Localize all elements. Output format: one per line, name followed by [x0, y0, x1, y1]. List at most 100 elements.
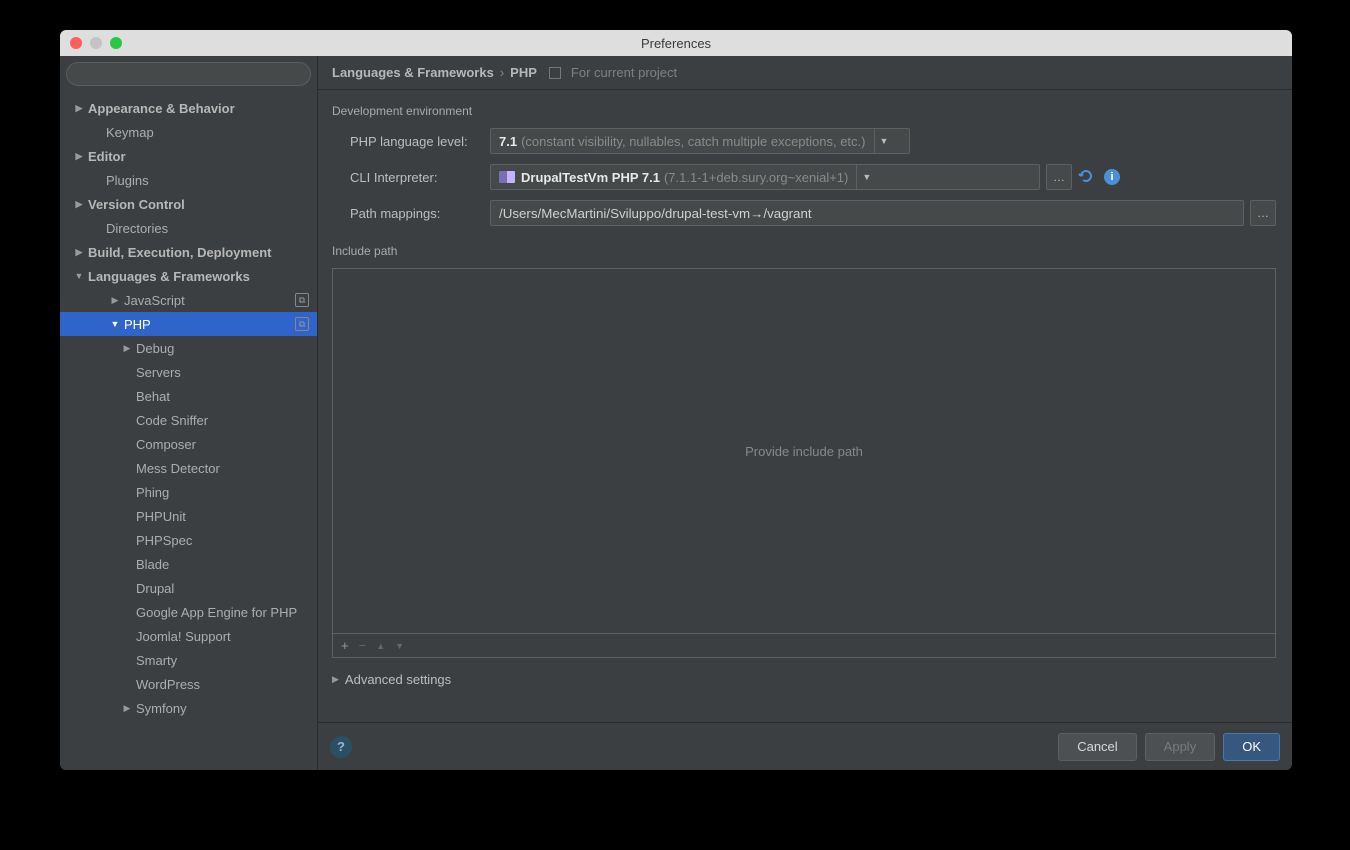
sidebar-item-label: JavaScript [124, 293, 295, 308]
add-button[interactable]: + [341, 638, 349, 653]
sidebar-item-label: Servers [136, 365, 317, 380]
sidebar-item-code-sniffer[interactable]: Code Sniffer [60, 408, 317, 432]
breadcrumb-leaf: PHP [510, 65, 537, 80]
sidebar-item-label: Mess Detector [136, 461, 317, 476]
sidebar-item-editor[interactable]: ▶Editor [60, 144, 317, 168]
sidebar-item-label: Drupal [136, 581, 317, 596]
project-scope-badge-icon: ⧉ [295, 293, 309, 307]
tree-arrow-icon: ▶ [120, 343, 134, 354]
ok-button[interactable]: OK [1223, 733, 1280, 761]
include-toolbar: + − ▲ ▼ [333, 633, 1275, 657]
search-input[interactable] [66, 62, 311, 86]
project-scope-badge-icon: ⧉ [295, 317, 309, 331]
sidebar-item-google-app-engine-for-php[interactable]: Google App Engine for PHP [60, 600, 317, 624]
sidebar-item-servers[interactable]: Servers [60, 360, 317, 384]
lang-level-label: PHP language level: [350, 134, 490, 149]
sidebar-item-keymap[interactable]: Keymap [60, 120, 317, 144]
reload-icon[interactable] [1078, 168, 1094, 187]
sidebar-item-label: Joomla! Support [136, 629, 317, 644]
tree-arrow-icon: ▶ [72, 151, 86, 162]
sidebar-item-smarty[interactable]: Smarty [60, 648, 317, 672]
sidebar-item-label: Code Sniffer [136, 413, 317, 428]
sidebar-item-symfony[interactable]: ▶Symfony [60, 696, 317, 720]
info-icon[interactable]: i [1104, 169, 1120, 185]
sidebar-item-label: PHPUnit [136, 509, 317, 524]
tree-arrow-icon: ▼ [108, 319, 122, 329]
window-title: Preferences [60, 36, 1292, 51]
cli-value: DrupalTestVm PHP 7.1 [521, 170, 660, 185]
sidebar-item-javascript[interactable]: ▶JavaScript⧉ [60, 288, 317, 312]
sidebar-item-phpspec[interactable]: PHPSpec [60, 528, 317, 552]
sidebar-item-mess-detector[interactable]: Mess Detector [60, 456, 317, 480]
sidebar-item-composer[interactable]: Composer [60, 432, 317, 456]
cli-label: CLI Interpreter: [350, 170, 490, 185]
sidebar-item-label: Languages & Frameworks [88, 269, 317, 284]
sidebar-item-blade[interactable]: Blade [60, 552, 317, 576]
help-button[interactable]: ? [330, 736, 352, 758]
chevron-down-icon[interactable]: ▼ [874, 129, 894, 153]
footer: ? Cancel Apply OK [318, 722, 1292, 770]
sidebar-item-languages-frameworks[interactable]: ▼Languages & Frameworks [60, 264, 317, 288]
tree-arrow-icon: ▼ [72, 271, 86, 281]
advanced-settings-toggle[interactable]: ▶ Advanced settings [332, 672, 1276, 687]
advanced-label: Advanced settings [345, 672, 451, 687]
sidebar-item-directories[interactable]: Directories [60, 216, 317, 240]
sidebar-item-label: Behat [136, 389, 317, 404]
sidebar-item-phing[interactable]: Phing [60, 480, 317, 504]
cli-interpreter-combo[interactable]: DrupalTestVm PHP 7.1 (7.1.1-1+deb.sury.o… [490, 164, 1040, 190]
chevron-right-icon: ▶ [332, 674, 339, 685]
tree-arrow-icon: ▶ [108, 295, 122, 306]
sidebar-item-debug[interactable]: ▶Debug [60, 336, 317, 360]
dev-env-section-label: Development environment [332, 104, 1276, 118]
path-mappings-field[interactable] [490, 200, 1244, 226]
apply-button[interactable]: Apply [1145, 733, 1216, 761]
preferences-window: Preferences ▶Appearance & BehaviorKeymap… [60, 30, 1292, 770]
breadcrumb: Languages & Frameworks › PHP For current… [318, 56, 1292, 90]
sidebar-item-label: Directories [106, 221, 317, 236]
tree-arrow-icon: ▶ [120, 703, 134, 714]
sidebar-item-label: Phing [136, 485, 317, 500]
sidebar-item-build-execution-deployment[interactable]: ▶Build, Execution, Deployment [60, 240, 317, 264]
sidebar-item-label: Appearance & Behavior [88, 101, 317, 116]
sidebar-item-label: PHPSpec [136, 533, 317, 548]
sidebar-item-wordpress[interactable]: WordPress [60, 672, 317, 696]
breadcrumb-sep: › [500, 65, 504, 80]
sidebar-item-label: Plugins [106, 173, 317, 188]
sidebar-item-version-control[interactable]: ▶Version Control [60, 192, 317, 216]
sidebar-item-joomla-support[interactable]: Joomla! Support [60, 624, 317, 648]
titlebar: Preferences [60, 30, 1292, 56]
tree-arrow-icon: ▶ [72, 247, 86, 258]
sidebar-item-behat[interactable]: Behat [60, 384, 317, 408]
breadcrumb-root[interactable]: Languages & Frameworks [332, 65, 494, 80]
sidebar-item-label: WordPress [136, 677, 317, 692]
lang-level-combo[interactable]: 7.1 (constant visibility, nullables, cat… [490, 128, 910, 154]
path-mappings-label: Path mappings: [350, 206, 490, 221]
sidebar-item-label: PHP [124, 317, 295, 332]
tree-arrow-icon: ▶ [72, 103, 86, 114]
cli-hint: (7.1.1-1+deb.sury.org~xenial+1) [664, 170, 848, 185]
sidebar: ▶Appearance & BehaviorKeymap▶EditorPlugi… [60, 56, 318, 770]
sidebar-item-drupal[interactable]: Drupal [60, 576, 317, 600]
path-browse-button[interactable]: … [1250, 200, 1276, 226]
move-down-button[interactable]: ▼ [395, 641, 404, 651]
cancel-button[interactable]: Cancel [1058, 733, 1136, 761]
sidebar-item-label: Editor [88, 149, 317, 164]
sidebar-item-phpunit[interactable]: PHPUnit [60, 504, 317, 528]
sidebar-item-php[interactable]: ▼PHP⧉ [60, 312, 317, 336]
include-path-box: Provide include path + − ▲ ▼ [332, 268, 1276, 658]
sidebar-item-label: Version Control [88, 197, 317, 212]
lang-level-hint: (constant visibility, nullables, catch m… [521, 134, 865, 149]
sidebar-item-label: Smarty [136, 653, 317, 668]
cli-browse-button[interactable]: … [1046, 164, 1072, 190]
move-up-button[interactable]: ▲ [376, 641, 385, 651]
sidebar-item-appearance-behavior[interactable]: ▶Appearance & Behavior [60, 96, 317, 120]
project-scope-label: For current project [571, 65, 677, 80]
chevron-down-icon[interactable]: ▼ [856, 165, 876, 189]
sidebar-item-plugins[interactable]: Plugins [60, 168, 317, 192]
sidebar-item-label: Symfony [136, 701, 317, 716]
settings-tree: ▶Appearance & BehaviorKeymap▶EditorPlugi… [60, 92, 317, 770]
interpreter-icon [499, 171, 515, 183]
sidebar-item-label: Blade [136, 557, 317, 572]
sidebar-item-label: Debug [136, 341, 317, 356]
remove-button[interactable]: − [359, 638, 367, 653]
